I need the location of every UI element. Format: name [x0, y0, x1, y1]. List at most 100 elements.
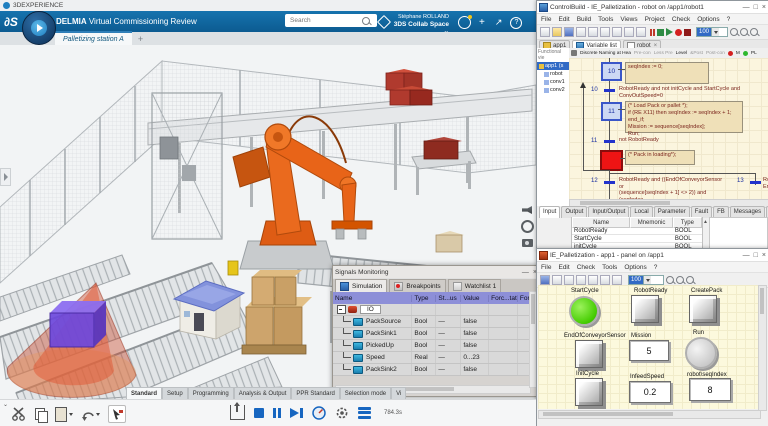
zoom-in-icon[interactable]	[666, 276, 674, 284]
zoom-combo[interactable]: 100	[696, 27, 728, 37]
paste-button[interactable]	[55, 406, 73, 422]
search-icon[interactable]	[362, 16, 370, 25]
panel-titlebar[interactable]: IE_Palletization - app1 - panel on /app1…	[537, 249, 768, 262]
tab-palletizing-station[interactable]: Palletizing station A	[55, 31, 132, 46]
signal-row[interactable]: PackSink2 Bool — false	[333, 364, 539, 376]
tree-item-conv2[interactable]: conv2	[537, 86, 569, 94]
speed-gauge-icon[interactable]	[312, 405, 326, 420]
print-icon[interactable]	[576, 27, 586, 37]
redo-icon[interactable]	[612, 275, 622, 285]
pause-button[interactable]	[273, 407, 281, 418]
tab-breakpoints[interactable]: Breakpoints	[389, 279, 446, 292]
toolbar-caret-icon[interactable]: ⌄	[3, 401, 8, 408]
sfc-step-11[interactable]: 11	[601, 102, 622, 121]
menu-options[interactable]: Options	[697, 16, 719, 23]
panel-zoom-combo[interactable]: 100	[628, 275, 664, 285]
sfc-transition-12[interactable]	[604, 181, 615, 184]
tab-selection-mode[interactable]: Selection mode	[339, 387, 392, 399]
tab-programming[interactable]: Programming	[187, 387, 234, 399]
pointer-tool-button[interactable]	[108, 405, 126, 423]
maximize-icon[interactable]: □	[754, 252, 758, 259]
camera-icon[interactable]	[521, 239, 533, 247]
variable-row[interactable]: StartCycle BOOL	[572, 235, 702, 243]
signal-row[interactable]: PickedUp Bool — false	[333, 340, 539, 352]
tree-item-app1[interactable]: app1 (s	[537, 62, 569, 70]
panel-expander[interactable]	[0, 168, 11, 186]
menu-project[interactable]: Project	[645, 16, 665, 23]
col-status[interactable]: St...us	[436, 294, 462, 302]
col-type[interactable]: Type	[412, 294, 437, 302]
col-force-status[interactable]: Forc...tatus	[489, 294, 518, 302]
maximize-icon[interactable]: □	[754, 4, 758, 11]
menu-check[interactable]: Check	[672, 16, 690, 23]
sfc-step-12-active[interactable]: 12	[600, 150, 623, 171]
tree-item-conv1[interactable]: conv1	[537, 78, 569, 86]
new-tab-icon[interactable]: +	[138, 34, 143, 44]
undo-icon[interactable]	[624, 27, 634, 37]
menu-tools[interactable]: Tools	[598, 16, 613, 23]
tree-expander-icon[interactable]	[337, 305, 346, 314]
sfc-transition-13[interactable]	[750, 181, 761, 184]
tab-fault[interactable]: Fault	[690, 205, 713, 218]
tab-standard[interactable]: Standard	[126, 387, 163, 399]
copy-icon[interactable]	[576, 275, 586, 285]
copy-icon[interactable]	[600, 27, 610, 37]
tab-input[interactable]: Input	[539, 205, 561, 218]
help-icon[interactable]: ?	[510, 16, 523, 29]
controlbuild-titlebar[interactable]: ControlBuild - IE_Palletization - robot …	[537, 1, 768, 14]
menu-build[interactable]: Build	[577, 16, 591, 23]
menu-views[interactable]: Views	[620, 16, 637, 23]
infeed-speed-field[interactable]: 0.2	[629, 381, 671, 403]
copy-icon[interactable]	[35, 407, 48, 423]
zoom-out-icon[interactable]	[676, 276, 684, 284]
settings-gear-icon[interactable]	[335, 406, 349, 420]
step-icon[interactable]	[657, 28, 664, 36]
compass-tool-icon[interactable]	[520, 220, 534, 233]
zoom-in-icon[interactable]	[730, 28, 738, 36]
init-cycle-button[interactable]	[575, 378, 603, 406]
tab-local[interactable]: Local	[630, 205, 653, 218]
minimize-icon[interactable]: —	[743, 4, 750, 11]
undo-icon[interactable]	[600, 275, 610, 285]
open-icon[interactable]	[552, 27, 562, 37]
run-button[interactable]	[685, 337, 717, 369]
tab-output[interactable]: Output	[561, 205, 588, 218]
robot-seqindex-field[interactable]: 8	[689, 378, 731, 401]
menu-file[interactable]: File	[541, 16, 551, 23]
sfc-action-10[interactable]: seqIndex := 0;	[625, 62, 709, 84]
sfc-canvas[interactable]: 10 seqIndex := 0; 10 RobotReady and not …	[569, 58, 768, 199]
tab-messages[interactable]: Messages	[729, 205, 766, 218]
tree-item-robot[interactable]: robot	[537, 70, 569, 78]
robot-ready-button[interactable]	[631, 295, 659, 323]
menu-edit[interactable]: Edit	[558, 16, 569, 23]
cut-icon[interactable]	[588, 27, 598, 37]
export-icon[interactable]	[230, 402, 245, 420]
signals-titlebar[interactable]: Signals Monitoring — ×	[333, 266, 539, 279]
tab-watchlist[interactable]: Watchlist 1	[447, 279, 502, 292]
create-pack-button[interactable]	[689, 295, 717, 323]
sfc-tool-icon[interactable]	[571, 50, 577, 56]
redo-icon[interactable]	[636, 27, 646, 37]
stop-button[interactable]	[254, 407, 264, 418]
save-icon[interactable]	[564, 27, 574, 37]
search-input[interactable]	[288, 16, 362, 25]
tab-input-output[interactable]: Input/Output	[588, 205, 630, 218]
signal-group-row[interactable]: IO	[333, 304, 539, 316]
menu-check[interactable]: Check	[577, 264, 595, 271]
tab-analysis-output[interactable]: Analysis & Output	[233, 387, 292, 399]
zoom-out-icon[interactable]	[740, 28, 748, 36]
signal-row[interactable]: Speed Real — 0...23	[333, 352, 539, 364]
stop-icon[interactable]	[684, 28, 691, 36]
menu-options[interactable]: Options	[624, 264, 646, 271]
menu-file[interactable]: File	[541, 264, 551, 271]
menu-help[interactable]: ?	[727, 16, 731, 23]
share-icon[interactable]: ↗	[495, 17, 503, 28]
signal-row[interactable]: PackSink1 Bool — false	[333, 328, 539, 340]
tag-icon[interactable]	[376, 14, 392, 30]
menu-tools[interactable]: Tools	[602, 264, 617, 271]
cut-icon[interactable]	[12, 407, 27, 421]
col-name[interactable]: Name	[333, 294, 413, 302]
sfc-transition-10[interactable]	[604, 89, 615, 92]
panel-hscrollbar[interactable]	[538, 410, 761, 419]
new-icon[interactable]	[540, 27, 550, 37]
